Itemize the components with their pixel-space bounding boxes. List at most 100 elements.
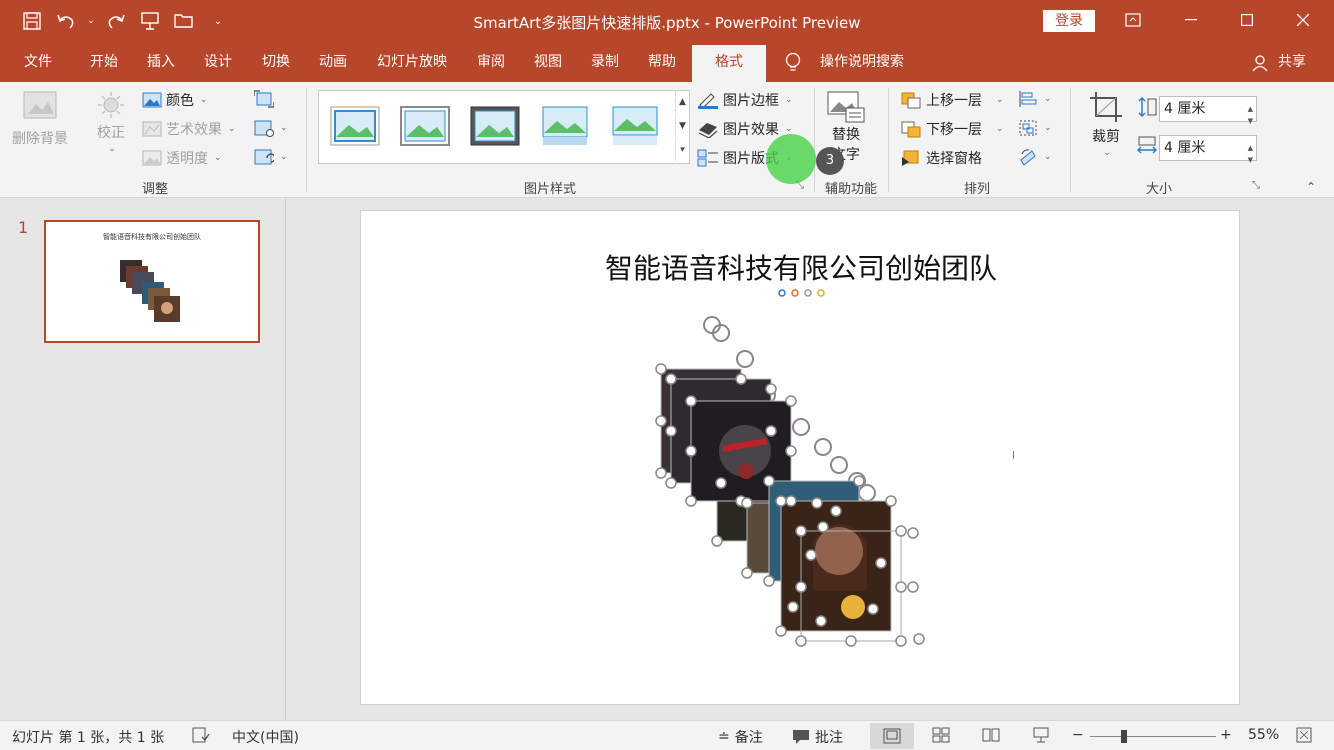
tab-file[interactable]: 文件 (12, 42, 64, 82)
collapse-ribbon-icon[interactable]: ⌃ (1306, 180, 1316, 194)
slide-canvas[interactable]: 智能语音科技有限公司创始团队 (360, 210, 1240, 705)
tab-design[interactable]: 设计 (190, 42, 246, 82)
gallery-scroll-up-icon[interactable]: ▲ (675, 91, 689, 113)
compress-pictures-icon (254, 90, 274, 108)
art-effect-button[interactable]: 艺术效果 ⌄ (142, 119, 236, 139)
picture-style-4[interactable] (539, 105, 591, 147)
width-icon (1136, 134, 1158, 160)
undo-icon[interactable] (52, 8, 80, 34)
size-group-label: 大小 (1145, 182, 1172, 197)
slide-sorter-button[interactable] (932, 727, 950, 743)
picture-style-2[interactable] (399, 105, 451, 147)
normal-view-button[interactable] (870, 723, 914, 749)
spin-down-icon[interactable]: ▼ (1248, 109, 1253, 133)
language-indicator[interactable]: 中文(中国) (232, 727, 299, 747)
tell-me-search[interactable]: 操作说明搜索 (810, 42, 914, 82)
gallery-scroll-down-icon[interactable]: ▼ (675, 115, 689, 137)
arrange-group-label: 排列 (963, 182, 990, 197)
height-value: 4 厘米 (1164, 101, 1206, 117)
width-input[interactable]: 4 厘米 ▲ ▼ (1159, 135, 1257, 164)
gallery-more-icon[interactable]: ▾ (675, 139, 689, 161)
picture-styles-gallery: ▲ ▼ ▾ (318, 90, 690, 164)
zoom-out-button[interactable]: − (1072, 727, 1084, 743)
undo-dropdown-icon[interactable]: ⌄ (86, 8, 96, 34)
reading-view-button[interactable] (982, 727, 1000, 743)
tab-help[interactable]: 帮助 (634, 42, 690, 82)
minimize-icon[interactable] (1168, 0, 1214, 40)
transparency-icon (142, 150, 162, 166)
chevron-down-icon: ⌄ (785, 124, 793, 134)
status-bar: 幻灯片 第 1 张，共 1 张 中文(中国) ≐ 备注 批注 − + 55% (0, 720, 1334, 750)
rotate-button[interactable]: ⌄ (1018, 148, 1052, 166)
tab-format[interactable]: 格式 (692, 42, 766, 82)
chevron-down-icon: ⌄ (1044, 94, 1052, 104)
picture-border-button[interactable]: 图片边框 ⌄ (697, 90, 793, 110)
remove-background-button[interactable]: 删除背景 (12, 90, 68, 148)
smartart-pictures-group[interactable] (361, 211, 1241, 706)
step-badge: 3 (816, 147, 844, 175)
customize-qat-icon[interactable]: ⌄ (204, 8, 232, 34)
width-value: 4 厘米 (1164, 140, 1206, 156)
login-button[interactable]: 登录 (1043, 10, 1095, 32)
fit-to-window-icon[interactable] (1296, 727, 1312, 743)
tab-insert[interactable]: 插入 (134, 42, 188, 82)
rotate-icon (1020, 149, 1036, 166)
slideshow-icon (1033, 727, 1049, 743)
color-picture-icon (142, 92, 162, 108)
group-objects-button[interactable]: ⌄ (1018, 119, 1052, 137)
height-input[interactable]: 4 厘米 ▲ ▼ (1159, 96, 1257, 125)
group-divider (1070, 88, 1071, 192)
slideshow-view-button[interactable] (1032, 727, 1050, 743)
tab-view[interactable]: 视图 (520, 42, 576, 82)
zoom-slider-thumb[interactable] (1121, 730, 1127, 743)
chevron-down-icon: ⌄ (1044, 152, 1052, 162)
open-folder-icon[interactable] (170, 8, 198, 34)
picture-style-5[interactable] (609, 105, 661, 147)
bring-forward-button[interactable]: 上移一层 ⌄ (900, 90, 1004, 110)
close-icon[interactable] (1280, 0, 1326, 40)
tab-record[interactable]: 录制 (578, 42, 632, 82)
selection-pane-button[interactable]: 选择窗格 (900, 148, 982, 168)
send-backward-button[interactable]: 下移一层 ⌄ (900, 119, 1004, 139)
share-button[interactable]: 共享 (1272, 42, 1312, 82)
align-button[interactable]: ⌄ (1018, 90, 1052, 108)
presentation-icon[interactable] (136, 8, 164, 34)
slide-thumbnail-pictures (120, 260, 180, 322)
maximize-icon[interactable] (1224, 0, 1270, 40)
transparency-button[interactable]: 透明度 ⌄ (142, 148, 222, 168)
tab-animations[interactable]: 动画 (306, 42, 360, 82)
accessibility-check-icon[interactable] (192, 727, 210, 743)
remove-background-label: 删除背景 (12, 131, 68, 147)
tab-review[interactable]: 审阅 (464, 42, 518, 82)
picture-border-label: 图片边框 (723, 93, 779, 109)
comments-label: 批注 (815, 730, 843, 746)
send-backward-icon (901, 121, 921, 138)
crop-button[interactable]: 裁剪 ⌄ (1088, 90, 1124, 158)
alt-text-line-1: 替换 (832, 127, 860, 143)
compress-pictures-button[interactable] (254, 90, 274, 108)
picture-style-1[interactable] (329, 105, 381, 147)
slide-thumbnail[interactable]: 智能语音科技有限公司创始团队 (44, 220, 260, 343)
ribbon-format: 删除背景 校正 ⌄ 颜色 ⌄ 艺术效果 ⌄ 透明度 ⌄ ⌄ ⌄ 调整 ▲ ▼ ▾… (0, 82, 1334, 198)
tab-home[interactable]: 开始 (76, 42, 132, 82)
reset-picture-button[interactable]: ⌄ (254, 148, 288, 166)
size-dialog-launcher-icon[interactable]: ⤡ (1252, 180, 1260, 191)
color-button[interactable]: 颜色 ⌄ (142, 90, 208, 110)
tab-slideshow[interactable]: 幻灯片放映 (362, 42, 462, 82)
picture-style-3[interactable] (469, 105, 521, 147)
correct-button[interactable]: 校正 ⌄ (94, 90, 128, 154)
notes-label: 备注 (734, 730, 763, 746)
change-picture-button[interactable]: ⌄ (254, 119, 288, 137)
zoom-in-button[interactable]: + (1220, 727, 1232, 743)
redo-icon[interactable] (102, 8, 130, 34)
ribbon-display-icon[interactable] (1110, 0, 1156, 40)
selection-pane-label: 选择窗格 (926, 151, 982, 167)
comments-button[interactable]: 批注 (792, 727, 843, 747)
spin-down-icon[interactable]: ▼ (1248, 148, 1253, 172)
pencil-icon (698, 93, 718, 109)
zoom-slider[interactable] (1090, 736, 1216, 737)
tab-transitions[interactable]: 切换 (248, 42, 304, 82)
notes-button[interactable]: ≐ 备注 (718, 727, 763, 747)
save-icon[interactable] (18, 8, 46, 34)
zoom-level[interactable]: 55% (1248, 727, 1279, 743)
